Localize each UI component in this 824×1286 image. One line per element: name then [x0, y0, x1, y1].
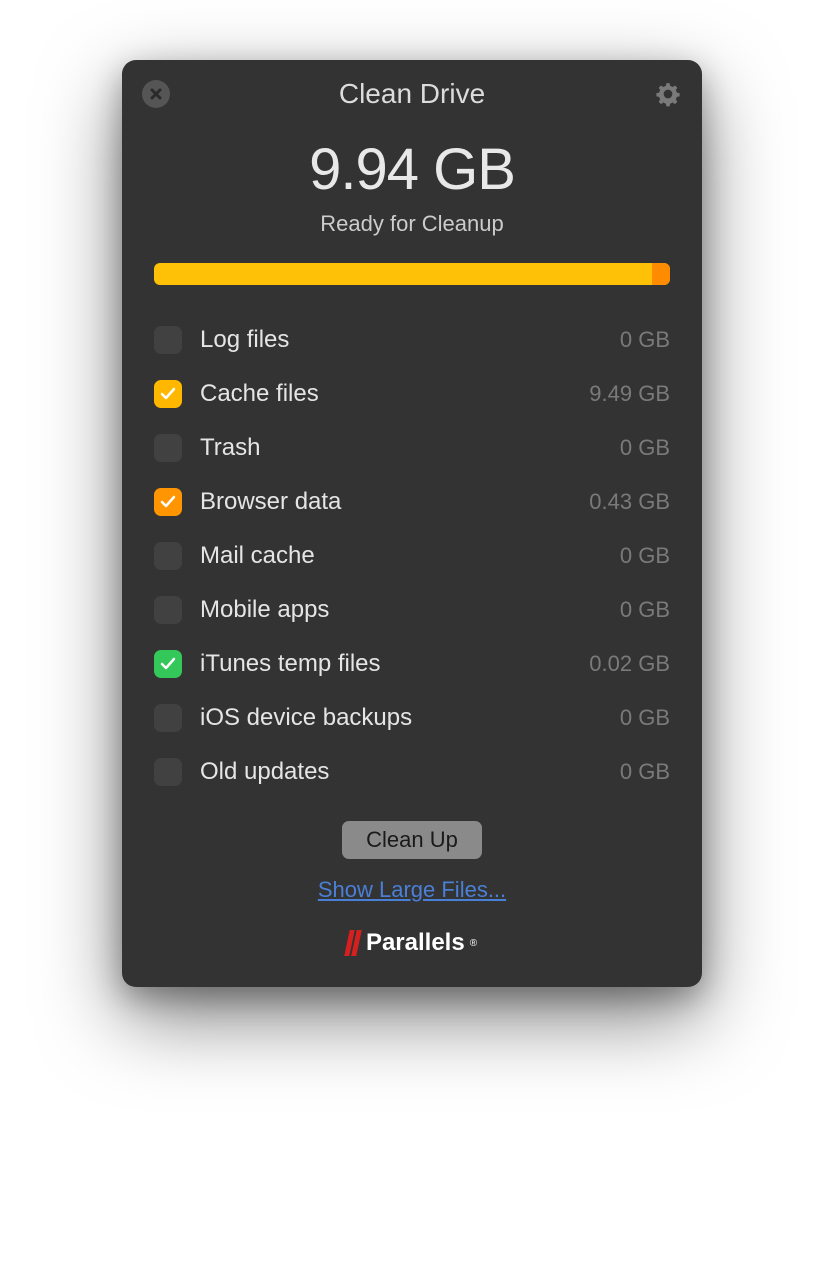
list-item: iOS device backups 0 GB: [154, 691, 670, 745]
checkmark-icon: [159, 493, 177, 511]
item-label: Mobile apps: [200, 596, 620, 624]
total-size: 9.94 GB: [122, 136, 702, 203]
item-label: iTunes temp files: [200, 650, 589, 678]
list-item: Mobile apps 0 GB: [154, 583, 670, 637]
branding-name: Parallels: [366, 929, 465, 957]
branding-logo: Parallels ®: [122, 929, 702, 957]
close-button[interactable]: [142, 80, 170, 108]
registered-mark: ®: [470, 938, 477, 949]
list-item: Mail cache 0 GB: [154, 529, 670, 583]
list-item: Old updates 0 GB: [154, 745, 670, 799]
checkmark-icon: [159, 655, 177, 673]
window-title: Clean Drive: [339, 78, 485, 110]
item-label: Trash: [200, 434, 620, 462]
item-size: 0.02 GB: [589, 651, 670, 677]
item-size: 0 GB: [620, 759, 670, 785]
checkbox-mail-cache[interactable]: [154, 542, 182, 570]
item-label: Browser data: [200, 488, 589, 516]
checkbox-cache-files[interactable]: [154, 380, 182, 408]
item-label: Mail cache: [200, 542, 620, 570]
parallels-bars-icon: [347, 930, 359, 956]
checkbox-trash[interactable]: [154, 434, 182, 462]
clean-drive-window: Clean Drive 9.94 GB Ready for Cleanup Lo…: [122, 60, 702, 987]
item-size: 0 GB: [620, 327, 670, 353]
list-item: Browser data 0.43 GB: [154, 475, 670, 529]
checkbox-mobile-apps[interactable]: [154, 596, 182, 624]
item-size: 0 GB: [620, 705, 670, 731]
list-item: iTunes temp files 0.02 GB: [154, 637, 670, 691]
list-item: Log files 0 GB: [154, 313, 670, 367]
item-label: Cache files: [200, 380, 589, 408]
show-large-files-link[interactable]: Show Large Files...: [318, 877, 506, 903]
list-item: Cache files 9.49 GB: [154, 367, 670, 421]
list-item: Trash 0 GB: [154, 421, 670, 475]
close-icon: [148, 86, 164, 102]
usage-bar: [154, 263, 670, 285]
item-size: 0 GB: [620, 543, 670, 569]
item-list: Log files 0 GB Cache files 9.49 GB Trash…: [154, 313, 670, 799]
item-size: 0 GB: [620, 597, 670, 623]
checkbox-ios-backups[interactable]: [154, 704, 182, 732]
item-size: 9.49 GB: [589, 381, 670, 407]
titlebar: Clean Drive: [122, 60, 702, 120]
checkbox-browser-data[interactable]: [154, 488, 182, 516]
checkmark-icon: [159, 385, 177, 403]
actions: Clean Up Show Large Files...: [122, 821, 702, 903]
checkbox-old-updates[interactable]: [154, 758, 182, 786]
item-label: iOS device backups: [200, 704, 620, 732]
item-size: 0 GB: [620, 435, 670, 461]
settings-button[interactable]: [654, 80, 682, 108]
cleanup-button[interactable]: Clean Up: [342, 821, 482, 859]
item-label: Log files: [200, 326, 620, 354]
gear-icon: [655, 81, 681, 107]
item-size: 0.43 GB: [589, 489, 670, 515]
item-label: Old updates: [200, 758, 620, 786]
checkbox-itunes-temp[interactable]: [154, 650, 182, 678]
status-text: Ready for Cleanup: [122, 211, 702, 237]
checkbox-log-files[interactable]: [154, 326, 182, 354]
